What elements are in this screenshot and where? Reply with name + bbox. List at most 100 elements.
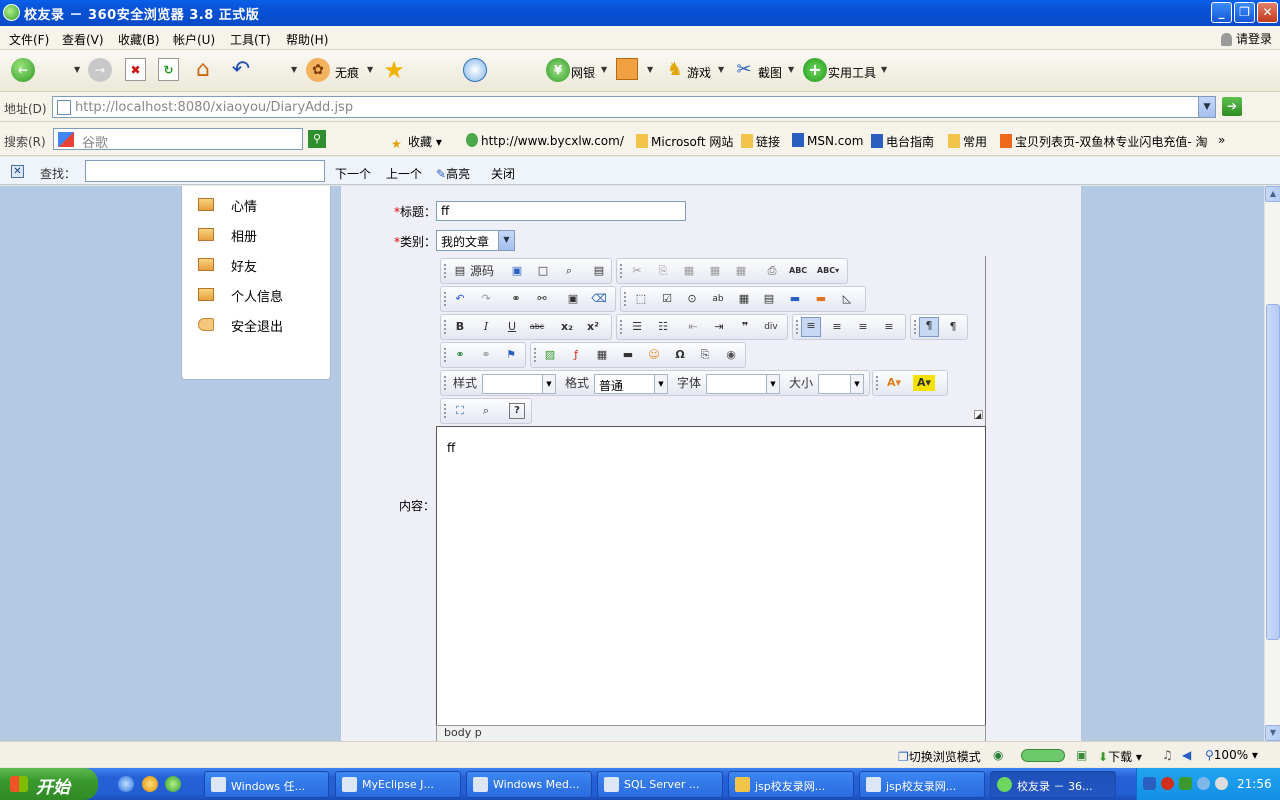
copy-icon[interactable]: ⎘ bbox=[655, 263, 671, 279]
image-icon[interactable]: ▨ bbox=[542, 347, 558, 363]
close-window-button[interactable]: ✕ bbox=[1257, 2, 1278, 23]
scroll-down-icon[interactable]: ▼ bbox=[1265, 725, 1280, 741]
groupbuy-dropdown[interactable]: ▼ bbox=[647, 65, 653, 74]
address-dropdown[interactable]: ▼ bbox=[1198, 97, 1215, 117]
keyboard-icon[interactable] bbox=[1143, 777, 1156, 790]
font-select[interactable]: ▼ bbox=[706, 374, 780, 394]
back-icon[interactable]: ← bbox=[11, 58, 35, 82]
incognito-dropdown[interactable]: ▼ bbox=[367, 65, 373, 74]
360-quicklaunch-icon[interactable] bbox=[165, 776, 181, 792]
indent-icon[interactable]: ⇥ bbox=[711, 319, 727, 335]
netbank-label[interactable]: 网银 bbox=[571, 64, 595, 81]
subscript-icon[interactable]: x₂ bbox=[559, 319, 575, 335]
underline-icon[interactable]: U bbox=[504, 319, 520, 335]
checkbox-icon[interactable]: ☑ bbox=[659, 291, 675, 307]
blockquote-icon[interactable]: ❞ bbox=[737, 319, 753, 335]
cleanup-icon[interactable]: ▣ bbox=[1076, 748, 1087, 762]
vertical-scrollbar[interactable]: ▲ ▼ bbox=[1264, 186, 1280, 741]
task-windows-task-manager[interactable]: Windows 任... bbox=[204, 771, 329, 798]
textfield-icon[interactable]: ab bbox=[710, 291, 726, 307]
menu-help[interactable]: 帮助(H) bbox=[286, 31, 328, 48]
close-find-icon[interactable]: ✕ bbox=[11, 165, 24, 178]
bold-icon[interactable]: B bbox=[452, 319, 468, 335]
sidebar-item-logout[interactable]: 安全退出 bbox=[198, 314, 328, 338]
speed-toggle-icon[interactable] bbox=[1021, 749, 1065, 762]
menu-favorites[interactable]: 收藏(B) bbox=[118, 31, 160, 48]
netbank-dropdown[interactable]: ▼ bbox=[601, 65, 607, 74]
screenshot-dropdown[interactable]: ▼ bbox=[788, 65, 794, 74]
superscript-icon[interactable]: x² bbox=[585, 319, 601, 335]
page-break-icon[interactable]: ⎘ bbox=[697, 347, 713, 363]
table-icon[interactable]: ▦ bbox=[594, 347, 610, 363]
speedup-icon[interactable] bbox=[463, 58, 487, 82]
find-close-button[interactable]: 关闭 bbox=[491, 165, 515, 182]
task-windows-media[interactable]: Windows Med... bbox=[466, 771, 592, 798]
cut-icon[interactable]: ✂ bbox=[629, 263, 645, 279]
search-input[interactable]: 谷歌 bbox=[53, 128, 303, 151]
templates-icon[interactable]: ▤ bbox=[591, 263, 607, 279]
format-select[interactable]: 普通 ▼ bbox=[594, 374, 668, 394]
print-icon[interactable]: ⎙ bbox=[764, 263, 780, 279]
new-page-icon[interactable]: □ bbox=[535, 263, 551, 279]
forward-icon[interactable]: → bbox=[88, 58, 112, 82]
tools-label[interactable]: 实用工具 bbox=[828, 64, 876, 81]
notification-icon[interactable]: ♫ bbox=[1162, 748, 1173, 762]
favorites-menu[interactable]: ★ 收藏 ▾ bbox=[391, 133, 442, 151]
style-select[interactable]: ▼ bbox=[482, 374, 556, 394]
align-center-icon[interactable]: ≡ bbox=[829, 319, 845, 335]
unlink-icon[interactable]: ⚭ bbox=[478, 347, 494, 363]
sidebar-item-profile[interactable]: 个人信息 bbox=[198, 284, 328, 308]
menu-view[interactable]: 查看(V) bbox=[62, 31, 104, 48]
sidebar-item-friends[interactable]: 好友 bbox=[198, 254, 328, 278]
strikethrough-icon[interactable]: abc bbox=[529, 319, 545, 335]
save-icon[interactable]: ▣ bbox=[509, 263, 525, 279]
fav-link-taobao[interactable]: 宝贝列表页-双鱼林专业闪电充值- 淘 bbox=[1000, 133, 1207, 150]
preview-icon[interactable]: ⌕ bbox=[561, 263, 577, 279]
menu-account[interactable]: 帐户(U) bbox=[173, 31, 215, 48]
google-icon[interactable] bbox=[58, 132, 74, 147]
start-button[interactable]: 开始 bbox=[0, 768, 98, 800]
select-all-icon[interactable]: ▣ bbox=[565, 291, 581, 307]
form-icon[interactable]: ⬚ bbox=[633, 291, 649, 307]
image-button-icon[interactable]: ▬ bbox=[813, 291, 829, 307]
fav-link-links[interactable]: 链接 bbox=[741, 133, 780, 150]
collapse-toolbar-icon[interactable]: ◢ bbox=[974, 410, 983, 420]
incognito-icon[interactable]: ✿ bbox=[306, 58, 330, 82]
fav-link-common[interactable]: 常用 bbox=[948, 133, 987, 150]
editor-content-area[interactable]: ff bbox=[436, 426, 986, 726]
hidden-field-icon[interactable]: ◺ bbox=[839, 291, 855, 307]
volume-icon[interactable]: ◀ bbox=[1182, 748, 1191, 762]
task-jsp-project[interactable]: jsp校友录网... bbox=[859, 771, 985, 798]
go-arrow-icon[interactable]: ➔ bbox=[1222, 97, 1242, 116]
task-360-browser[interactable]: 校友录 － 36... bbox=[990, 771, 1116, 798]
home-icon[interactable]: ⌂ bbox=[191, 58, 215, 82]
title-input[interactable]: ff bbox=[436, 201, 686, 221]
paste-icon[interactable]: ▦ bbox=[681, 263, 697, 279]
undo-icon[interactable]: ↶ bbox=[452, 291, 468, 307]
div-container-icon[interactable]: div bbox=[763, 319, 779, 335]
align-right-icon[interactable]: ≡ bbox=[855, 319, 871, 335]
network-icon[interactable] bbox=[1197, 777, 1210, 790]
replace-icon[interactable]: ⚯ bbox=[534, 291, 550, 307]
favorites-star-icon[interactable]: ★ bbox=[382, 58, 406, 82]
undo-dropdown[interactable]: ▼ bbox=[291, 65, 297, 74]
groupbuy-icon[interactable] bbox=[616, 58, 638, 80]
remove-format-icon[interactable]: ⌫ bbox=[591, 291, 607, 307]
align-left-icon[interactable]: ≡ bbox=[801, 317, 821, 337]
scroll-up-icon[interactable]: ▲ bbox=[1265, 186, 1280, 202]
find-prev-button[interactable]: 上一个 bbox=[386, 165, 422, 182]
games-dropdown[interactable]: ▼ bbox=[718, 65, 724, 74]
minimize-button[interactable]: _ bbox=[1211, 2, 1232, 23]
login-link[interactable]: 请登录 bbox=[1220, 30, 1272, 47]
size-select[interactable]: ▼ bbox=[818, 374, 864, 394]
menu-tools[interactable]: 工具(T) bbox=[230, 31, 271, 48]
more-links-chevron-icon[interactable]: » bbox=[1218, 133, 1225, 147]
spellcheck-icon[interactable]: ABC bbox=[789, 263, 807, 279]
fav-link-microsoft[interactable]: Microsoft 网站 bbox=[636, 133, 733, 150]
task-myeclipse[interactable]: MyEclipse J... bbox=[335, 771, 461, 798]
find-next-button[interactable]: 下一个 bbox=[335, 165, 371, 182]
scroll-thumb[interactable] bbox=[1266, 304, 1280, 640]
refresh-icon[interactable]: ↻ bbox=[158, 58, 179, 81]
align-justify-icon[interactable]: ≡ bbox=[881, 319, 897, 335]
horizontal-rule-icon[interactable]: ▬ bbox=[620, 347, 636, 363]
